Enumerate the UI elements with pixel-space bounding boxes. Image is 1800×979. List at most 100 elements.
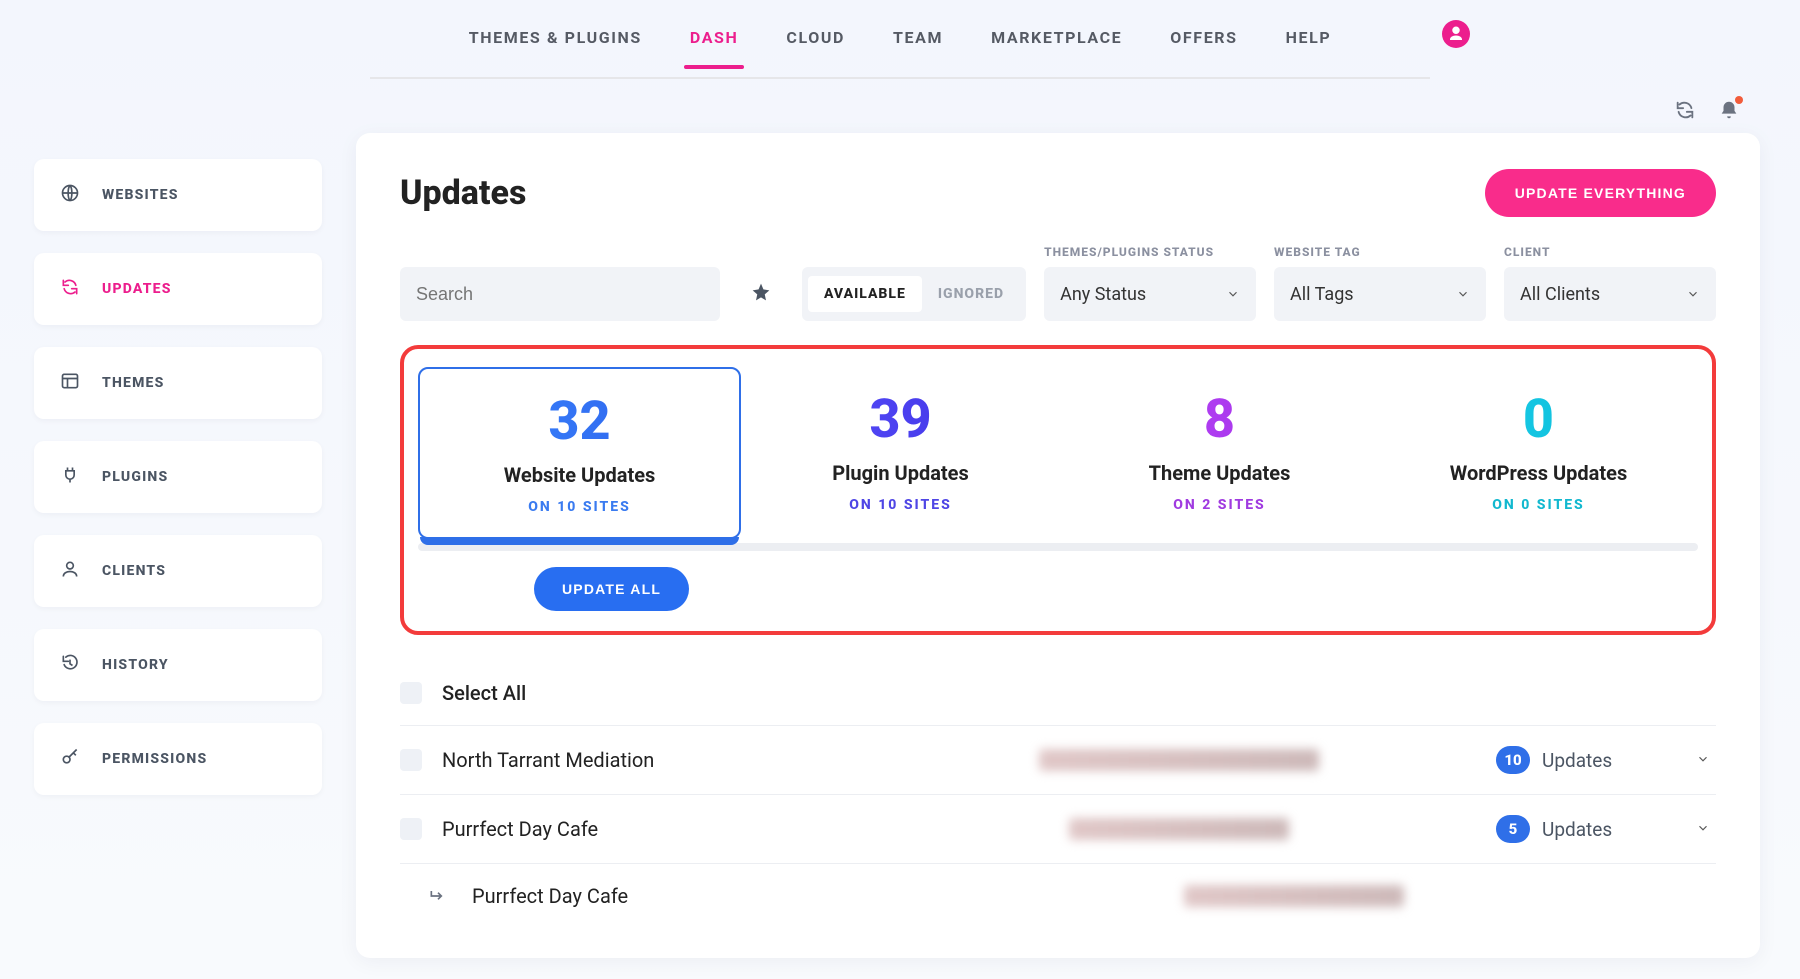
summary-count: 8 (1070, 393, 1369, 447)
status-filter-label: THEMES/PLUGINS STATUS (1044, 245, 1256, 259)
row-updates-count: 10 Updates (1496, 746, 1676, 774)
sidebar-item-label: PLUGINS (102, 469, 168, 485)
sidebar-item-label: CLIENTS (102, 563, 166, 579)
updates-list: Select All North Tarrant Mediation 10 Up… (400, 661, 1716, 928)
segment-ignored[interactable]: IGNORED (922, 276, 1020, 312)
summary-count: 39 (751, 393, 1050, 447)
plug-icon (60, 465, 80, 489)
nav-themes-plugins[interactable]: THEMES & PLUGINS (445, 28, 666, 67)
user-icon (60, 559, 80, 583)
summary-subtitle: ON 2 SITES (1070, 497, 1369, 513)
sidebar: WEBSITES UPDATES THEMES PLUGINS CLIENTS … (34, 133, 322, 958)
select-all-row: Select All (400, 661, 1716, 726)
sub-arrow-icon (428, 886, 448, 906)
updates-label: Updates (1542, 749, 1612, 772)
sidebar-item-themes[interactable]: THEMES (34, 347, 322, 419)
nav-offers[interactable]: OFFERS (1146, 28, 1261, 67)
client-filter-label: CLIENT (1504, 245, 1716, 259)
tag-filter-value: All Tags (1290, 284, 1354, 305)
summary-card-theme[interactable]: 8 Theme Updates ON 2 SITES (1060, 367, 1379, 539)
top-nav: THEMES & PLUGINS DASH CLOUD TEAM MARKETP… (370, 0, 1430, 79)
chevron-down-icon (1686, 287, 1700, 301)
filters-row: AVAILABLE IGNORED THEMES/PLUGINS STATUS … (400, 245, 1716, 321)
summary-subtitle: ON 10 SITES (430, 499, 729, 515)
sidebar-item-label: HISTORY (102, 657, 169, 673)
update-everything-button[interactable]: UPDATE EVERYTHING (1485, 169, 1716, 217)
search-input-wrap (400, 267, 720, 321)
summary-card-wordpress[interactable]: 0 WordPress Updates ON 0 SITES (1379, 367, 1698, 539)
chevron-down-icon (1456, 287, 1470, 301)
row-checkbox[interactable] (400, 749, 422, 771)
client-filter-select[interactable]: All Clients (1504, 267, 1716, 321)
expand-row-button[interactable] (1696, 820, 1716, 839)
sidebar-item-label: THEMES (102, 375, 164, 391)
summary-title: Website Updates (430, 463, 729, 487)
expand-row-button[interactable] (1696, 751, 1716, 770)
sidebar-item-label: PERMISSIONS (102, 751, 207, 767)
summary-subtitle: ON 0 SITES (1389, 497, 1688, 513)
row-url-redacted (1184, 885, 1404, 907)
summary-title: WordPress Updates (1389, 461, 1688, 485)
refresh-icon[interactable] (1674, 99, 1696, 125)
summary-card-plugin[interactable]: 39 Plugin Updates ON 10 SITES (741, 367, 1060, 539)
chevron-down-icon (1696, 752, 1710, 766)
tag-filter-label: WEBSITE TAG (1274, 245, 1486, 259)
row-checkbox[interactable] (400, 818, 422, 840)
refresh-icon (60, 277, 80, 301)
globe-icon (60, 183, 80, 207)
bell-icon[interactable] (1718, 99, 1740, 125)
updates-label: Updates (1542, 818, 1612, 841)
layout-icon (60, 371, 80, 395)
summary-count: 0 (1389, 393, 1688, 447)
status-filter-select[interactable]: Any Status (1044, 267, 1256, 321)
select-all-label: Select All (442, 681, 862, 705)
summary-title: Theme Updates (1070, 461, 1369, 485)
table-sub-row: Purrfect Day Cafe (400, 864, 1716, 928)
segment-available[interactable]: AVAILABLE (808, 276, 922, 312)
count-badge: 5 (1496, 815, 1530, 843)
row-url-redacted (1069, 818, 1289, 840)
summary-subtitle: ON 10 SITES (751, 497, 1050, 513)
client-filter-value: All Clients (1520, 284, 1600, 305)
favorite-filter-button[interactable] (738, 267, 784, 321)
select-all-checkbox[interactable] (400, 682, 422, 704)
history-icon (60, 653, 80, 677)
nav-marketplace[interactable]: MARKETPLACE (967, 28, 1146, 67)
search-input[interactable] (416, 284, 704, 305)
sidebar-item-label: UPDATES (102, 281, 172, 297)
nav-dash[interactable]: DASH (666, 28, 763, 67)
nav-cloud[interactable]: CLOUD (762, 28, 869, 67)
status-segment: AVAILABLE IGNORED (802, 267, 1026, 321)
sidebar-item-clients[interactable]: CLIENTS (34, 535, 322, 607)
summary-title: Plugin Updates (751, 461, 1050, 485)
account-avatar-icon[interactable] (1442, 20, 1470, 48)
row-updates-count: 5 Updates (1496, 815, 1676, 843)
notification-dot-icon (1735, 96, 1743, 104)
nav-help[interactable]: HELP (1262, 28, 1356, 67)
row-site-name: North Tarrant Mediation (442, 748, 862, 772)
row-site-name: Purrfect Day Cafe (442, 817, 862, 841)
update-all-button[interactable]: UPDATE ALL (534, 567, 689, 611)
sidebar-item-websites[interactable]: WEBSITES (34, 159, 322, 231)
summary-count: 32 (430, 395, 729, 449)
summary-card-website[interactable]: 32 Website Updates ON 10 SITES (418, 367, 741, 539)
sub-row-name: Purrfect Day Cafe (472, 884, 852, 908)
utility-row (0, 79, 1800, 125)
chevron-down-icon (1226, 287, 1240, 301)
table-row: North Tarrant Mediation 10 Updates (400, 726, 1716, 795)
star-icon (751, 282, 771, 306)
sidebar-item-updates[interactable]: UPDATES (34, 253, 322, 325)
nav-team[interactable]: TEAM (869, 28, 967, 67)
key-icon (60, 747, 80, 771)
page-title: Updates (400, 173, 526, 213)
chevron-down-icon (1696, 821, 1710, 835)
summary-highlight-box: 32 Website Updates ON 10 SITES 39 Plugin… (400, 345, 1716, 635)
sidebar-item-plugins[interactable]: PLUGINS (34, 441, 322, 513)
tag-filter-select[interactable]: All Tags (1274, 267, 1486, 321)
table-row: Purrfect Day Cafe 5 Updates (400, 795, 1716, 864)
count-badge: 10 (1496, 746, 1530, 774)
row-url-redacted (1039, 749, 1319, 771)
sidebar-item-permissions[interactable]: PERMISSIONS (34, 723, 322, 795)
status-filter-value: Any Status (1060, 284, 1146, 305)
sidebar-item-history[interactable]: HISTORY (34, 629, 322, 701)
